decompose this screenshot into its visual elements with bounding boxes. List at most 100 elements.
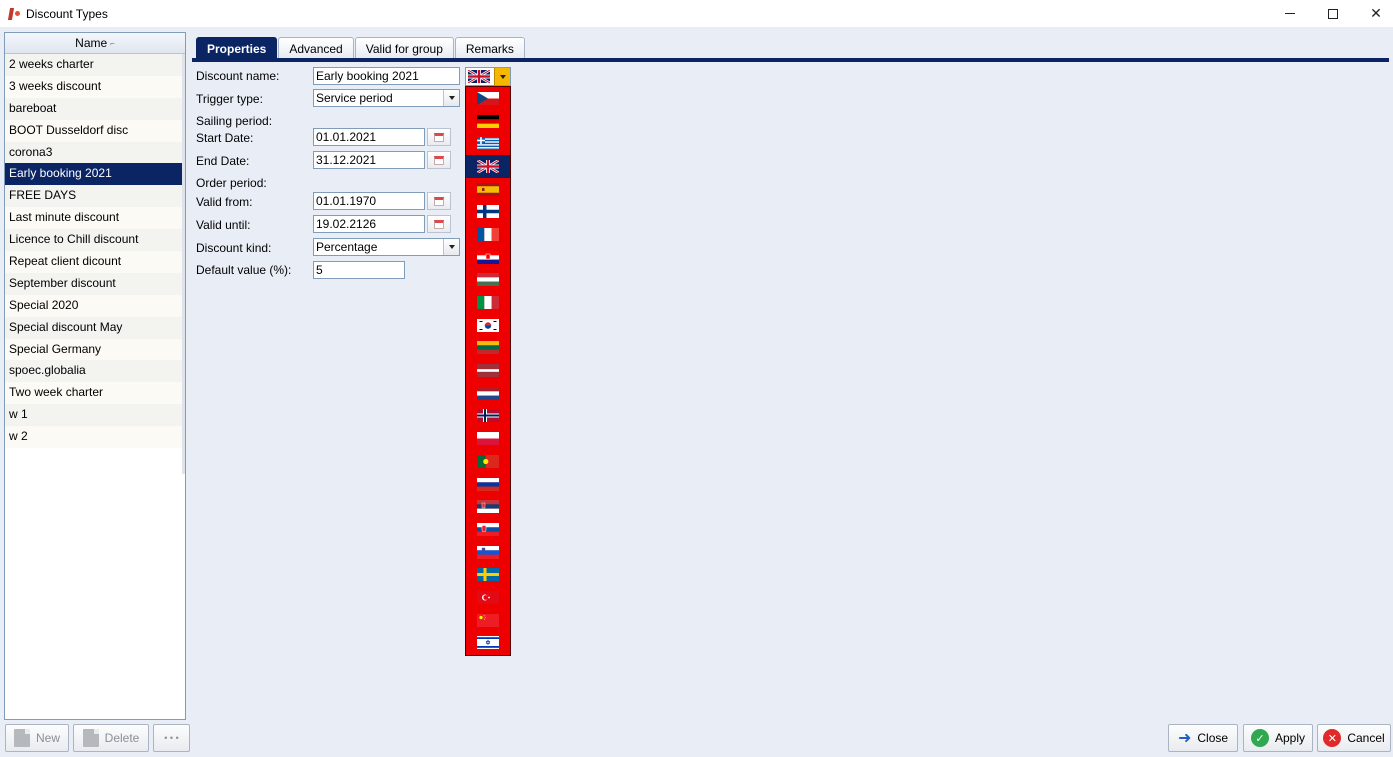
cancel-button[interactable]: ✕ Cancel bbox=[1317, 724, 1391, 752]
list-item[interactable]: Special discount May bbox=[5, 316, 185, 339]
italian-flag-icon bbox=[477, 296, 499, 310]
language-option[interactable] bbox=[466, 246, 510, 269]
valid-until-label: Valid until: bbox=[196, 218, 251, 232]
tab-advanced[interactable]: Advanced bbox=[278, 37, 354, 59]
name-column-header[interactable]: Name ⌐ bbox=[5, 33, 185, 54]
list-item[interactable]: bareboat bbox=[5, 97, 185, 120]
slovenian-flag-icon bbox=[477, 545, 499, 559]
list-item[interactable]: Special 2020 bbox=[5, 294, 185, 317]
language-option[interactable] bbox=[466, 269, 510, 292]
start-date-calendar-button[interactable] bbox=[427, 128, 451, 146]
language-option[interactable] bbox=[466, 110, 510, 133]
valid-until-calendar-button[interactable] bbox=[427, 215, 451, 233]
close-window-button[interactable]: ✕ bbox=[1354, 0, 1393, 27]
czech-flag-icon bbox=[477, 91, 499, 105]
apply-button[interactable]: ✓ Apply bbox=[1243, 724, 1313, 752]
tab-valid-for-group[interactable]: Valid for group bbox=[354, 37, 454, 59]
trigger-type-select[interactable]: Service period bbox=[313, 89, 460, 107]
discount-kind-dropdown-arrow[interactable] bbox=[443, 239, 459, 255]
language-option[interactable] bbox=[466, 586, 510, 609]
discount-kind-select[interactable]: Percentage bbox=[313, 238, 460, 256]
trigger-type-dropdown-arrow[interactable] bbox=[443, 90, 459, 106]
list-item[interactable]: Early booking 2021 bbox=[5, 163, 185, 186]
end-date-input[interactable]: 31.12.2021 bbox=[313, 151, 425, 169]
list-item[interactable]: 2 weeks charter bbox=[5, 54, 185, 76]
language-option[interactable] bbox=[466, 473, 510, 496]
close-button[interactable]: ➜ Close bbox=[1168, 724, 1238, 752]
delete-button-label: Delete bbox=[104, 731, 140, 745]
list-item[interactable]: Repeat client dicount bbox=[5, 251, 185, 273]
list-item[interactable]: Two week charter bbox=[5, 382, 185, 405]
language-option[interactable] bbox=[466, 155, 510, 178]
window-title: Discount Types bbox=[26, 6, 108, 21]
valid-from-label: Valid from: bbox=[196, 195, 253, 209]
list-item[interactable]: corona3 bbox=[5, 141, 185, 164]
new-button-label: New bbox=[35, 731, 60, 745]
language-option[interactable] bbox=[466, 495, 510, 518]
chevron-down-icon bbox=[448, 96, 455, 100]
french-flag-icon bbox=[477, 227, 499, 241]
start-date-input[interactable]: 01.01.2021 bbox=[313, 128, 425, 146]
valid-from-input[interactable]: 01.01.1970 bbox=[313, 192, 425, 210]
language-selector[interactable] bbox=[465, 67, 511, 86]
column-header-label: Name bbox=[75, 36, 108, 50]
list-item[interactable]: w 1 bbox=[5, 404, 185, 427]
language-dropdown-arrow[interactable] bbox=[494, 68, 510, 85]
language-option[interactable] bbox=[466, 200, 510, 223]
language-option[interactable] bbox=[466, 382, 510, 405]
valid-from-calendar-button[interactable] bbox=[427, 192, 451, 210]
language-option[interactable] bbox=[466, 632, 510, 655]
more-button[interactable]: • • • bbox=[153, 724, 190, 752]
russian-flag-icon bbox=[477, 477, 499, 491]
slovak-flag-icon bbox=[477, 522, 499, 536]
close-button-label: Close bbox=[1197, 731, 1229, 745]
list-item[interactable]: Licence to Chill discount bbox=[5, 229, 185, 252]
new-button[interactable]: New bbox=[5, 724, 69, 752]
list-item[interactable]: 3 weeks discount bbox=[5, 75, 185, 98]
list-item[interactable]: BOOT Dusseldorf disc bbox=[5, 119, 185, 142]
delete-button[interactable]: Delete bbox=[73, 724, 149, 752]
discount-name-input[interactable]: Early booking 2021 bbox=[313, 67, 460, 85]
language-option[interactable] bbox=[466, 359, 510, 382]
end-date-calendar-button[interactable] bbox=[427, 151, 451, 169]
language-option[interactable] bbox=[466, 87, 510, 110]
minimize-button[interactable] bbox=[1268, 0, 1312, 27]
end-date-label: End Date: bbox=[196, 154, 250, 168]
list-item[interactable]: w 2 bbox=[5, 426, 185, 449]
language-option[interactable] bbox=[466, 518, 510, 541]
title-bar: Discount Types ✕ bbox=[0, 0, 1393, 27]
language-option[interactable] bbox=[466, 609, 510, 632]
tab-bar: Properties Advanced Valid for group Rema… bbox=[196, 37, 526, 59]
maximize-button[interactable] bbox=[1311, 0, 1355, 27]
list-item[interactable]: Special Germany bbox=[5, 338, 185, 361]
apply-button-label: Apply bbox=[1274, 731, 1306, 745]
finnish-flag-icon bbox=[477, 205, 499, 219]
tab-properties[interactable]: Properties bbox=[196, 37, 278, 59]
list-item[interactable]: spoec.globalia bbox=[5, 360, 185, 383]
language-option[interactable] bbox=[466, 450, 510, 473]
language-option[interactable] bbox=[466, 132, 510, 155]
tab-remarks[interactable]: Remarks bbox=[454, 37, 525, 59]
discount-types-list[interactable]: Name ⌐ 2 weeks charter 3 weeks discount ba… bbox=[4, 32, 186, 720]
language-option[interactable] bbox=[466, 337, 510, 360]
language-option[interactable] bbox=[466, 541, 510, 564]
language-option[interactable] bbox=[466, 223, 510, 246]
language-option[interactable] bbox=[466, 405, 510, 428]
language-option[interactable] bbox=[466, 291, 510, 314]
norwegian-flag-icon bbox=[477, 409, 499, 423]
delete-document-icon bbox=[82, 729, 99, 747]
default-value-input[interactable]: 5 bbox=[313, 261, 405, 279]
language-option[interactable] bbox=[466, 427, 510, 450]
list-item[interactable]: Last minute discount bbox=[5, 207, 185, 230]
language-option[interactable] bbox=[466, 314, 510, 337]
list-item[interactable]: FREE DAYS bbox=[5, 185, 185, 208]
sort-icon: ⌐ bbox=[110, 38, 115, 48]
language-option[interactable] bbox=[466, 178, 510, 201]
calendar-icon bbox=[434, 132, 444, 142]
list-scrollbar[interactable] bbox=[182, 54, 185, 474]
valid-until-input[interactable]: 19.02.2126 bbox=[313, 215, 425, 233]
language-dropdown-list[interactable] bbox=[465, 86, 511, 656]
trigger-type-label: Trigger type: bbox=[196, 92, 263, 106]
language-option[interactable] bbox=[466, 563, 510, 586]
list-item[interactable]: September discount bbox=[5, 272, 185, 295]
